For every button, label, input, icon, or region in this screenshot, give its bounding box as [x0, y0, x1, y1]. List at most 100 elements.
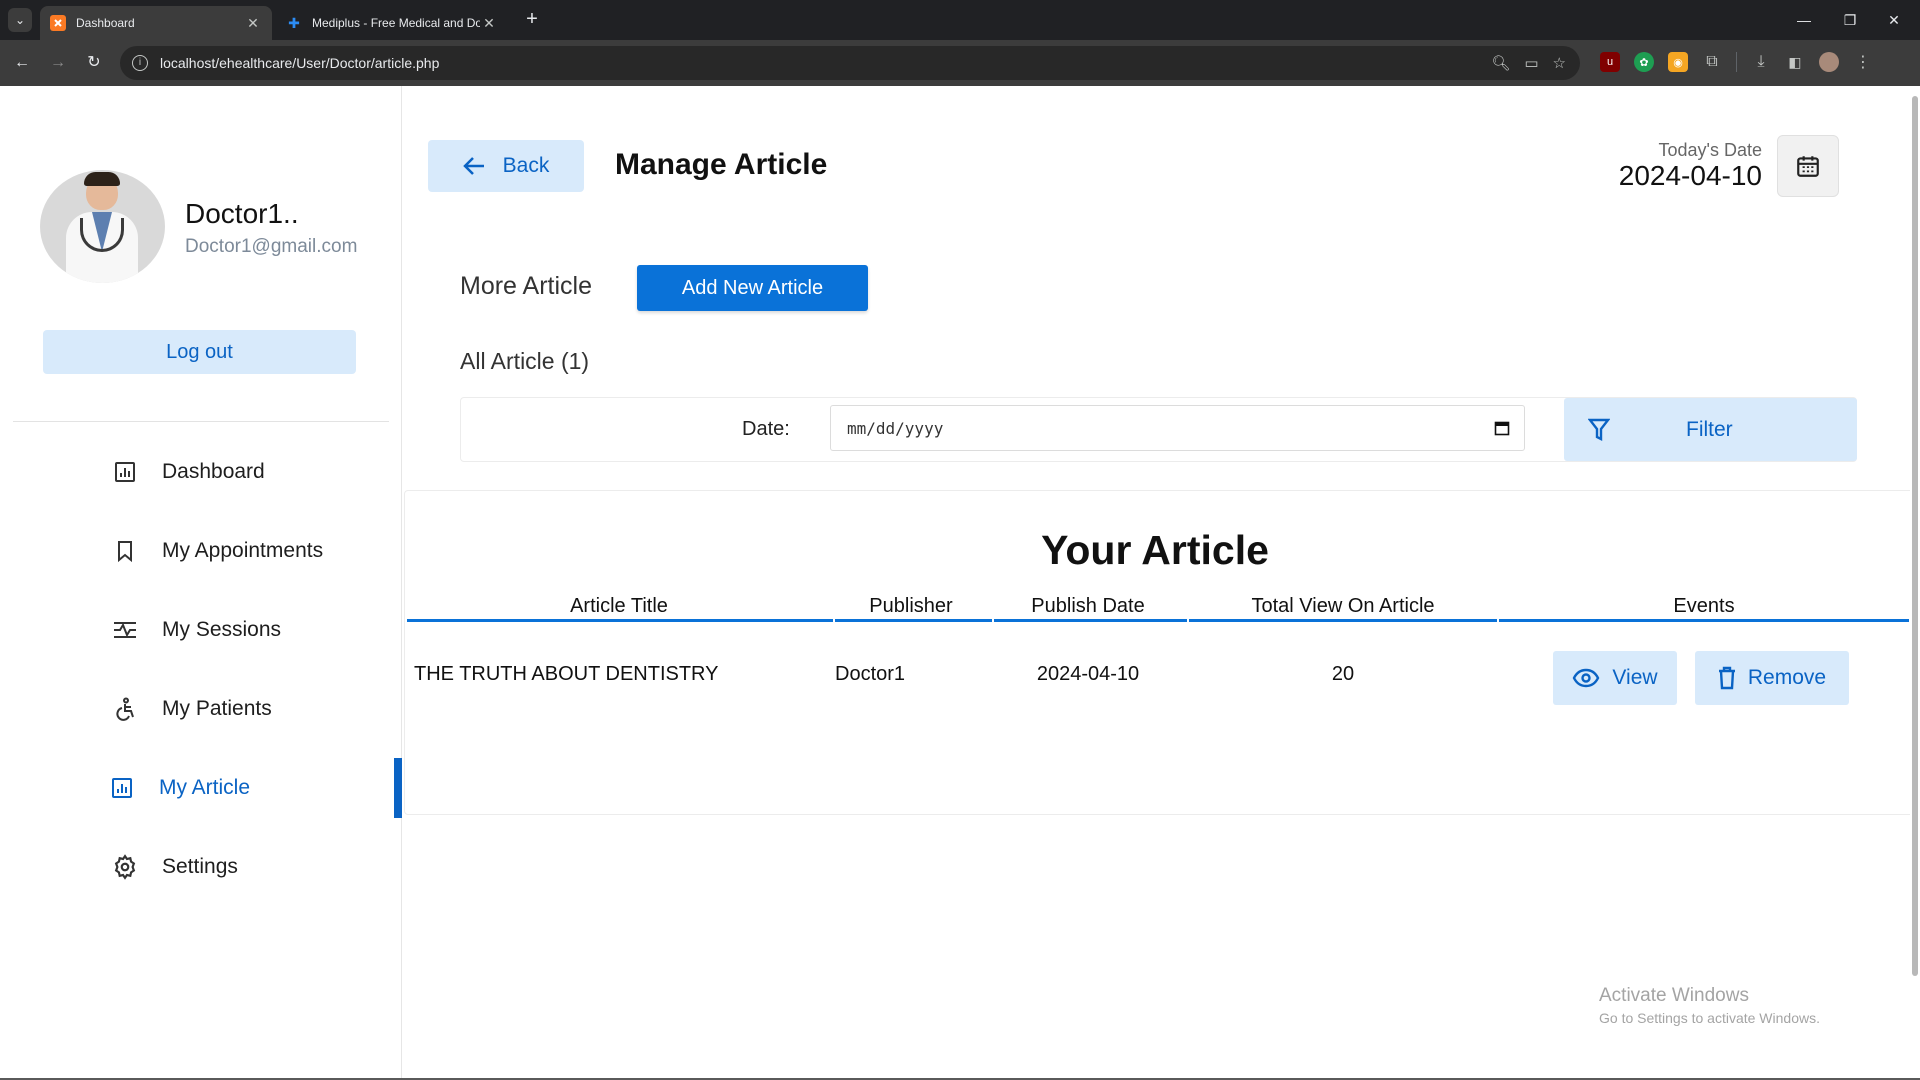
- kebab-menu-icon[interactable]: ⋮: [1853, 52, 1873, 72]
- sidebar-item-label: My Patients: [162, 697, 272, 720]
- filter-bar: Date: mm/dd/yyyy Filter: [460, 397, 1857, 462]
- column-header-events: Events: [1673, 595, 1735, 617]
- date-picker-icon[interactable]: [1494, 420, 1510, 436]
- calendar-icon: [1797, 156, 1819, 177]
- forward-nav-icon[interactable]: →: [46, 51, 70, 75]
- activate-windows-subtitle: Go to Settings to activate Windows.: [1599, 1010, 1820, 1026]
- sidebar-item-settings[interactable]: Settings: [0, 837, 402, 897]
- activate-windows-title: Activate Windows: [1599, 985, 1749, 1006]
- card-icon[interactable]: ▭: [1524, 54, 1538, 72]
- sessions-icon: [112, 617, 138, 643]
- sidebar-item-sessions[interactable]: My Sessions: [0, 600, 402, 660]
- toolbar-divider: [1736, 52, 1737, 72]
- sidebar-divider: [13, 421, 389, 422]
- column-header-title: Article Title: [570, 595, 668, 617]
- scrollbar-thumb[interactable]: [1912, 96, 1918, 976]
- remove-article-button[interactable]: Remove: [1695, 651, 1849, 705]
- cell-publish-date: 2024-04-10: [1036, 663, 1140, 685]
- profile-avatar-icon[interactable]: [1819, 52, 1839, 72]
- omnibox-actions: 🔍︎ ▭ ☆: [1491, 54, 1566, 72]
- funnel-icon: [1588, 418, 1610, 441]
- header-underline: [994, 619, 1187, 622]
- tab-search-button[interactable]: ⌄: [8, 8, 32, 32]
- close-window-button[interactable]: ✕: [1874, 6, 1914, 34]
- new-tab-button[interactable]: +: [520, 8, 544, 32]
- filter-button-label: Filter: [1686, 418, 1733, 441]
- profile-email: Doctor1@gmail.com: [185, 236, 358, 257]
- yellow-extension-icon[interactable]: ◉: [1668, 52, 1688, 72]
- browser-tab-dashboard[interactable]: Dashboard ✕: [40, 6, 272, 40]
- page-content: Doctor1.. Doctor1@gmail.com Log out Dash…: [0, 86, 1920, 1080]
- ublock-extension-icon[interactable]: u: [1600, 52, 1620, 72]
- page-scrollbar[interactable]: [1910, 86, 1920, 986]
- side-panel-icon[interactable]: ◧: [1785, 52, 1805, 72]
- download-icon[interactable]: ⤓: [1751, 52, 1771, 72]
- header-underline: [1499, 619, 1909, 622]
- close-tab-icon[interactable]: ✕: [480, 15, 498, 32]
- extensions-puzzle-icon[interactable]: ⧉: [1702, 52, 1722, 72]
- close-tab-icon[interactable]: ✕: [244, 15, 262, 32]
- sidebar-item-dashboard[interactable]: Dashboard: [0, 442, 402, 502]
- browser-toolbar: ← → ↻ i localhost/ehealthcare/User/Docto…: [0, 40, 1920, 86]
- today-date-label: Today's Date: [1658, 140, 1763, 160]
- sidebar-item-label: My Sessions: [162, 618, 282, 641]
- zoom-icon[interactable]: 🔍︎: [1491, 54, 1510, 72]
- sidebar-item-label: My Article: [159, 776, 251, 799]
- remove-button-label: Remove: [1747, 666, 1827, 689]
- trash-icon: [1718, 666, 1735, 690]
- minimize-window-button[interactable]: —: [1784, 6, 1824, 34]
- doctor-avatar: [40, 170, 165, 283]
- bookmark-icon: [112, 538, 138, 564]
- browser-tab-mediplus[interactable]: ✚ Mediplus - Free Medical and Do ✕: [276, 6, 508, 40]
- extensions-area: u ✿ ◉ ⧉ ⤓ ◧ ⋮: [1600, 52, 1873, 72]
- logout-button[interactable]: Log out: [43, 330, 356, 374]
- today-date-value: 2024-04-10: [1618, 160, 1762, 191]
- dashboard-icon: [112, 459, 138, 485]
- add-new-article-button[interactable]: Add New Article: [637, 265, 868, 311]
- sidebar-item-label: Settings: [162, 855, 238, 878]
- sidebar: Doctor1.. Doctor1@gmail.com Log out Dash…: [0, 86, 402, 1080]
- back-button[interactable]: Back: [428, 140, 584, 192]
- page-title: Manage Article: [615, 148, 828, 181]
- header-underline: [835, 619, 992, 622]
- avatar-hair-shape: [84, 172, 120, 186]
- date-filter-label: Date:: [742, 418, 790, 440]
- column-header-publisher: Publisher: [869, 595, 953, 617]
- restore-window-button[interactable]: ❐: [1830, 6, 1870, 34]
- sidebar-item-patients[interactable]: My Patients: [0, 679, 402, 739]
- cell-publisher: Doctor1: [835, 663, 906, 685]
- column-header-publish-date: Publish Date: [1031, 595, 1145, 617]
- table-title: Your Article: [1041, 527, 1269, 573]
- profile-name: Doctor1..: [185, 198, 299, 229]
- back-nav-icon[interactable]: ←: [10, 51, 34, 75]
- bookmark-star-icon[interactable]: ☆: [1553, 54, 1566, 72]
- more-article-label: More Article: [460, 272, 592, 300]
- sidebar-item-appointments[interactable]: My Appointments: [0, 521, 402, 581]
- calendar-button[interactable]: [1777, 135, 1839, 197]
- cell-views: 20: [1331, 663, 1355, 685]
- date-filter-input[interactable]: mm/dd/yyyy: [830, 405, 1525, 451]
- column-header-views: Total View On Article: [1251, 595, 1435, 617]
- view-article-button[interactable]: View: [1553, 651, 1677, 705]
- cell-article-title: THE TRUTH ABOUT DENTISTRY: [414, 663, 719, 685]
- header-underline: [407, 619, 833, 622]
- sidebar-item-article[interactable]: My Article: [0, 758, 402, 818]
- article-table-card: Your Article Article Title Publisher Pub…: [404, 490, 1914, 815]
- address-url: localhost/ehealthcare/User/Doctor/articl…: [160, 55, 440, 71]
- arrow-left-icon: [462, 157, 484, 175]
- mediplus-favicon-icon: ✚: [288, 14, 300, 31]
- back-button-label: Back: [502, 154, 550, 177]
- view-button-label: View: [1612, 666, 1658, 689]
- sidebar-item-label: Dashboard: [162, 460, 265, 483]
- address-bar[interactable]: i localhost/ehealthcare/User/Doctor/arti…: [120, 46, 1580, 80]
- site-info-icon[interactable]: i: [132, 55, 148, 71]
- chatgpt-extension-icon[interactable]: ✿: [1634, 52, 1654, 72]
- filter-button[interactable]: Filter: [1564, 398, 1857, 461]
- tab-title: Dashboard: [76, 16, 135, 30]
- eye-icon: [1573, 668, 1600, 688]
- tab-title: Mediplus - Free Medical and Do: [312, 16, 480, 30]
- accessibility-icon: [112, 696, 138, 722]
- reload-icon[interactable]: ↻: [82, 51, 106, 75]
- gear-icon: [112, 854, 138, 880]
- xampp-favicon-icon: [50, 15, 66, 31]
